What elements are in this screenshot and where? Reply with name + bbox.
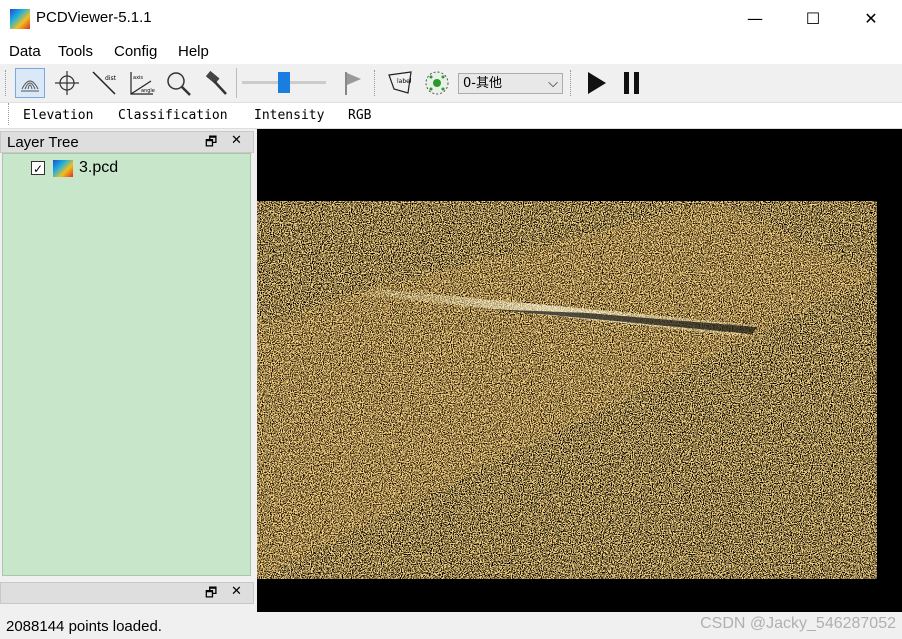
flag-button[interactable]	[338, 68, 368, 98]
svg-text:angle: angle	[141, 88, 155, 94]
minimize-button[interactable]: —	[726, 0, 784, 38]
angle-button[interactable]: axis angle	[126, 68, 156, 98]
angle-icon: axis angle	[130, 72, 155, 95]
mode-classification[interactable]: Classification	[118, 108, 228, 123]
pause-button[interactable]	[617, 68, 647, 98]
chevron-down-icon: ⌵	[548, 76, 558, 91]
point-cloud-points	[257, 201, 877, 579]
distance-icon: dist	[92, 71, 117, 95]
svg-text:axis: axis	[133, 75, 143, 81]
watermark: CSDN @Jacky_546287052	[700, 615, 896, 632]
layer-tree-title: Layer Tree	[7, 134, 79, 151]
zoom-button[interactable]	[163, 68, 193, 98]
toolbar-grip[interactable]	[374, 70, 378, 96]
distance-button[interactable]: dist	[89, 68, 119, 98]
toolbar-grip[interactable]	[570, 70, 574, 96]
menu-config[interactable]: Config	[114, 43, 157, 60]
status-text: 2088144 points loaded.	[6, 618, 162, 635]
point-cloud-icon	[53, 160, 73, 177]
color-mode-bar: Elevation Classification Intensity RGB	[0, 103, 902, 129]
float-icon[interactable]: 🗗	[205, 584, 217, 606]
layer-tree-header: Layer Tree 🗗 ✕	[0, 131, 254, 153]
flag-icon	[345, 72, 361, 95]
rotate-button[interactable]	[15, 68, 45, 98]
panel-close-button[interactable]: ✕	[231, 133, 242, 148]
window-title: PCDViewer-5.1.1	[36, 9, 152, 26]
mode-elevation[interactable]: Elevation	[23, 108, 93, 123]
play-button[interactable]	[581, 68, 611, 98]
point-size-slider-handle[interactable]	[278, 72, 290, 93]
class-select-value: 0-其他	[463, 76, 502, 91]
point-select-button[interactable]	[422, 68, 452, 98]
panel-close-button[interactable]: ✕	[231, 584, 242, 599]
point-cloud-viewport[interactable]	[257, 129, 902, 612]
status-bar: 2088144 points loaded. CSDN @Jacky_54628…	[0, 613, 902, 639]
maximize-button[interactable]: ☐	[784, 0, 842, 38]
play-icon	[588, 72, 606, 94]
menu-data[interactable]: Data	[9, 43, 41, 60]
label-icon: label	[388, 71, 412, 94]
class-select[interactable]: 0-其他 ⌵	[458, 73, 563, 94]
label-button[interactable]: label	[385, 68, 415, 98]
svg-text:dist: dist	[105, 75, 117, 82]
toolbar-grip[interactable]	[5, 70, 9, 96]
mode-intensity[interactable]: Intensity	[254, 108, 324, 123]
hammer-button[interactable]	[200, 68, 230, 98]
mode-rgb[interactable]: RGB	[348, 108, 371, 123]
crosshair-icon	[55, 71, 79, 95]
title-bar: PCDViewer-5.1.1 — ☐ ✕	[0, 0, 902, 38]
toolbar: dist axis angle label	[0, 64, 902, 103]
layer-visibility-checkbox[interactable]: ✓	[31, 161, 45, 176]
layer-tree: ✓ 3.pcd	[2, 153, 251, 576]
zoom-icon	[167, 72, 191, 96]
menu-tools[interactable]: Tools	[58, 43, 93, 60]
pause-icon	[624, 72, 639, 94]
menu-bar: Data Tools Config Help	[0, 38, 902, 64]
point-select-icon	[425, 71, 449, 95]
app-icon	[10, 9, 30, 29]
float-icon[interactable]: 🗗	[205, 133, 217, 155]
layer-label: 3.pcd	[79, 159, 119, 176]
toolbar-separator	[236, 68, 237, 98]
svg-text:label: label	[397, 78, 412, 85]
properties-panel-header: 🗗 ✕	[0, 582, 254, 604]
menu-help[interactable]: Help	[178, 43, 209, 60]
close-button[interactable]: ✕	[842, 0, 900, 38]
rotate-icon	[21, 80, 39, 92]
point-cloud-render[interactable]	[257, 129, 902, 612]
crosshair-button[interactable]	[52, 68, 82, 98]
toolbar-grip[interactable]	[8, 103, 12, 125]
hammer-icon	[205, 70, 227, 95]
